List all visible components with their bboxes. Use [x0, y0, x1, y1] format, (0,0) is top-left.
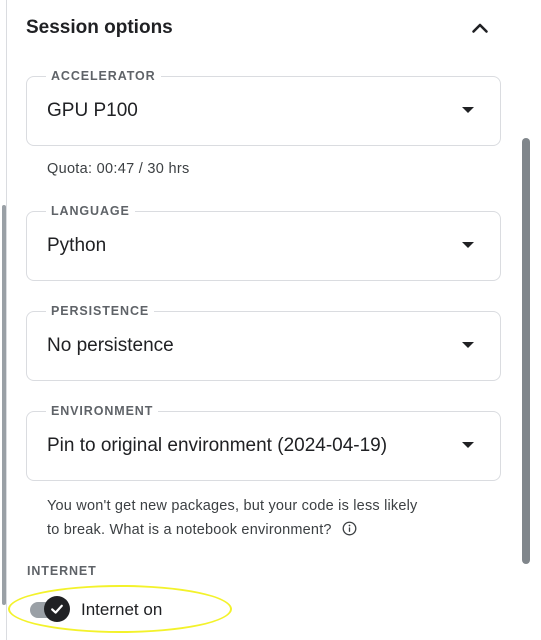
- dropdown-arrow-icon: [462, 107, 474, 113]
- environment-label: ENVIRONMENT: [46, 404, 159, 418]
- dropdown-arrow-icon: [462, 242, 474, 248]
- panel-title: Session options: [26, 17, 173, 38]
- environment-note: You won't get new packages, but your cod…: [47, 494, 497, 542]
- check-icon: [51, 604, 63, 614]
- accelerator-label: ACCELERATOR: [46, 69, 161, 83]
- environment-note-line2: to break.: [47, 522, 106, 538]
- dropdown-arrow-icon: [462, 442, 474, 448]
- accelerator-value: GPU P100: [47, 100, 138, 121]
- language-select[interactable]: LANGUAGE Python: [26, 204, 501, 281]
- info-icon[interactable]: [342, 521, 357, 536]
- language-value: Python: [47, 235, 107, 256]
- persistence-value: No persistence: [47, 335, 174, 356]
- environment-note-line1: You won't get new packages, but your cod…: [47, 498, 418, 514]
- persistence-label: PERSISTENCE: [46, 304, 155, 318]
- persistence-select[interactable]: PERSISTENCE No persistence: [26, 304, 501, 381]
- left-scrollbar[interactable]: [2, 205, 6, 605]
- toggle-knob: [44, 596, 70, 622]
- session-options-header: Session options: [26, 14, 496, 42]
- panel-left-border: [6, 0, 7, 640]
- quota-text: Quota: 00:47 / 30 hrs: [47, 161, 190, 177]
- language-label: LANGUAGE: [46, 204, 135, 218]
- accelerator-select[interactable]: ACCELERATOR GPU P100: [26, 69, 501, 146]
- chevron-up-icon: [472, 23, 488, 33]
- environment-select[interactable]: ENVIRONMENT Pin to original environment …: [26, 404, 501, 481]
- internet-toggle-label: Internet on: [81, 600, 163, 619]
- internet-toggle[interactable]: Internet on: [30, 596, 230, 624]
- environment-value: Pin to original environment (2024-04-19): [47, 435, 388, 456]
- dropdown-arrow-icon: [462, 342, 474, 348]
- collapse-button[interactable]: [468, 16, 492, 40]
- panel-scrollbar[interactable]: [522, 138, 530, 564]
- internet-section-label: INTERNET: [27, 564, 97, 578]
- environment-help-link[interactable]: What is a notebook environment?: [109, 522, 331, 538]
